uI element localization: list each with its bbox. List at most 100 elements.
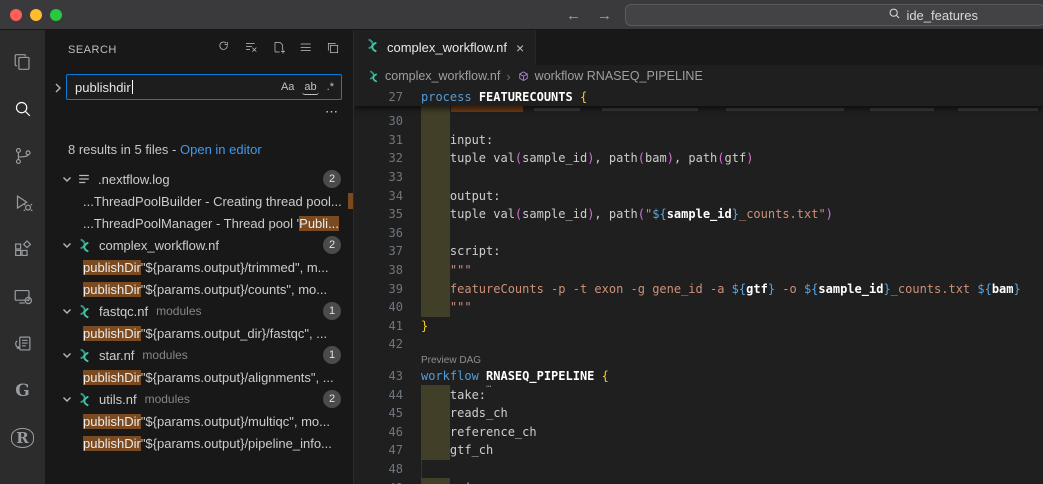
new-search-editor-icon[interactable] [271,40,287,56]
activity-bar: GR [0,30,45,484]
chevron-down-icon[interactable] [61,349,73,361]
chevron-down-icon[interactable] [61,393,73,405]
run-and-debug-icon[interactable] [0,179,45,226]
search-match-row[interactable]: publishDir "${params.output}/multiqc", m… [45,410,353,432]
whole-word-button[interactable]: ab [302,80,318,95]
result-count-badge: 2 [323,390,341,408]
search-file-row[interactable]: complex_workflow.nf 2 [45,234,353,256]
chevron-down-icon[interactable] [61,305,73,317]
code-line[interactable]: 48 [354,460,1043,479]
search-file-row[interactable]: utils.nfmodules2 [45,388,353,410]
code-line[interactable]: 42 [354,335,1043,354]
line-number: 48 [354,462,403,476]
file-path-description: modules [156,304,201,318]
code-line[interactable]: 43workflow RNASEQ_PIPELINE {… [354,367,1043,386]
search-match-row[interactable]: publishDir "${params.output}/counts", mo… [45,278,353,300]
close-tab-icon[interactable]: × [516,40,524,56]
breadcrumb: complex_workflow.nf › workflow RNASEQ_PI… [354,65,1043,87]
clear-results-icon[interactable] [244,40,260,56]
search-icon[interactable] [0,85,45,132]
codelens-preview-dag[interactable]: Preview DAG [354,354,1043,367]
match-highlight: publishDir [83,414,141,429]
code-line[interactable]: 32 tuple val(sample_id), path(bam), path… [354,149,1043,168]
code-line[interactable]: 34 output: [354,186,1043,205]
search-match-row[interactable]: publishDir "${params.output_dir}/fastqc"… [45,322,353,344]
r-language-icon[interactable]: R [0,414,45,461]
gitlens-icon[interactable]: G [0,367,45,414]
code-line[interactable]: 37 script: [354,242,1043,261]
code-line[interactable]: 40 """ [354,298,1043,317]
search-file-row[interactable]: star.nfmodules1 [45,344,353,366]
code-line[interactable]: 38 """ [354,261,1043,280]
code-line[interactable]: 49 main: [354,478,1043,484]
breadcrumb-file[interactable]: complex_workflow.nf [367,69,500,83]
code-line[interactable]: 45 reads_ch [354,404,1043,423]
search-match-row[interactable]: publishDir "${params.output}/alignments"… [45,366,353,388]
nextflow-file-icon [77,392,92,407]
line-number: 38 [354,263,403,277]
summary-separator: - [168,142,180,157]
search-match-row[interactable]: ...ThreadPoolBuilder - Creating thread p… [45,190,353,212]
maximize-window-button[interactable] [50,9,62,21]
source-control-icon[interactable] [0,132,45,179]
match-text: ...ThreadPoolManager - Thread pool ' [83,216,299,231]
match-case-button[interactable]: Aa [279,80,296,94]
file-name: fastqc.nf [99,304,148,319]
ide-window: ← → ide_features GR SEARCH publishdir [0,0,1043,484]
open-in-editor-link[interactable]: Open in editor [180,142,262,157]
file-name: complex_workflow.nf [99,238,219,253]
extensions-icon[interactable] [0,226,45,273]
view-as-list-icon[interactable] [298,40,314,56]
file-name: utils.nf [99,392,137,407]
notebook-icon[interactable] [0,320,45,367]
match-highlight: publishDir [83,260,141,275]
line-number: 47 [354,443,403,457]
code-editor[interactable]: 27process FEATURECOUNTS { 3031 input:32 … [354,87,1043,484]
code-line[interactable]: 44 take: [354,385,1043,404]
regex-button[interactable]: .* [325,80,336,94]
close-window-button[interactable] [10,9,22,21]
refresh-icon[interactable] [217,40,233,56]
result-count-badge: 2 [323,236,341,254]
chevron-down-icon[interactable] [61,173,73,185]
breadcrumb-symbol[interactable]: workflow RNASEQ_PIPELINE [517,69,703,83]
sticky-scroll-line[interactable]: 27process FEATURECOUNTS { [354,87,1043,106]
code-line[interactable]: 41} [354,317,1043,336]
line-number: 42 [354,337,403,351]
result-count-badge: 2 [323,170,341,188]
search-match-row[interactable]: publishDir "${params.output}/pipeline_in… [45,432,353,454]
nextflow-file-icon [77,304,92,319]
account-partial-icon[interactable] [0,461,45,484]
match-text: "${params.output}/counts", mo... [141,282,327,297]
code-line[interactable]: 31 input: [354,131,1043,150]
command-center-search[interactable]: ide_features [625,4,1043,26]
minimize-window-button[interactable] [30,9,42,21]
search-file-row[interactable]: .nextflow.log2 [45,168,353,190]
history-back-button[interactable]: ← [566,7,581,24]
code-line[interactable]: 47 gtf_ch [354,441,1043,460]
search-match-row[interactable]: publishDir "${params.output}/trimmed", m… [45,256,353,278]
code-line[interactable]: 35 tuple val(sample_id), path("${sample_… [354,205,1043,224]
collapse-all-icon[interactable] [325,40,341,56]
search-input[interactable]: publishdir Aa ab .* [66,74,342,100]
toggle-replace-chevron-icon[interactable] [52,81,64,95]
code-line[interactable]: 46 reference_ch [354,423,1043,442]
chevron-down-icon[interactable] [61,239,73,251]
remote-explorer-icon[interactable] [0,273,45,320]
history-forward-button[interactable]: → [597,7,612,24]
search-query-text: publishdir [75,80,131,95]
match-highlight: publishDir [83,326,141,341]
search-file-row[interactable]: fastqc.nfmodules1 [45,300,353,322]
results-count-text: 8 results in 5 files [68,142,168,157]
toggle-search-details-button[interactable]: ⋯ [325,104,339,120]
search-match-row[interactable]: ...ThreadPoolManager - Thread pool 'Publ… [45,212,353,234]
line-number: 46 [354,425,403,439]
code-line[interactable]: 30 [354,112,1043,131]
results-summary: 8 results in 5 files - Open in editor [68,142,262,157]
code-line[interactable]: 39 featureCounts -p -t exon -g gene_id -… [354,279,1043,298]
code-line[interactable]: 33 [354,168,1043,187]
explorer-icon[interactable] [0,38,45,85]
code-line[interactable]: 36 [354,224,1043,243]
tab-complex-workflow[interactable]: complex_workflow.nf × [354,30,536,65]
nextflow-file-icon [365,38,380,58]
